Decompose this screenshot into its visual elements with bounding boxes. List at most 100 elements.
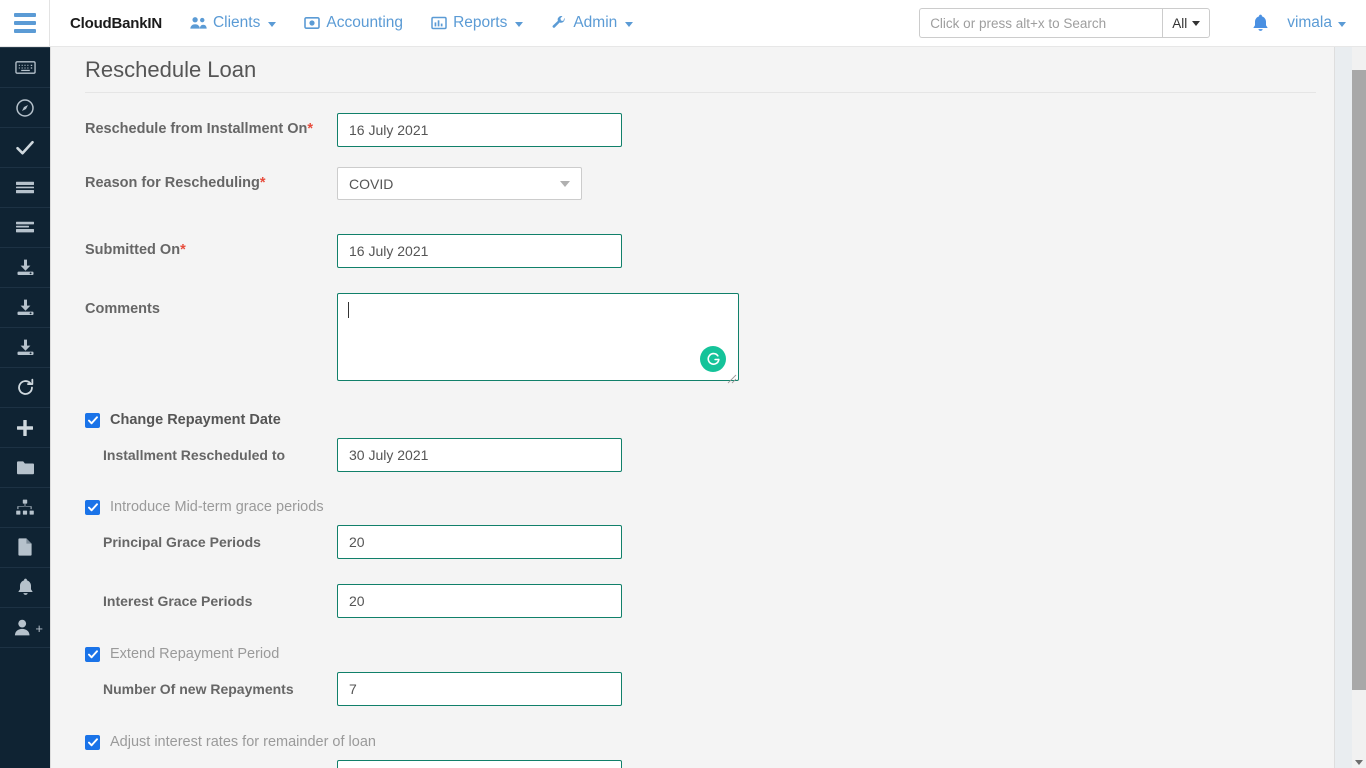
required-asterisk: *	[307, 121, 313, 137]
option-change-repayment-date[interactable]: Change Repayment Date	[85, 412, 1334, 428]
check-icon	[88, 650, 98, 659]
add-user-plus-badge: +	[35, 622, 43, 635]
installment-rescheduled-to-input[interactable]	[337, 438, 622, 472]
nav-item-reports-label: Reports	[453, 14, 507, 32]
interest-grace-periods-input[interactable]	[337, 584, 622, 618]
brand-logo[interactable]: CloudBankIN	[62, 15, 170, 32]
field-row-interest-grace-periods: Interest Grace Periods	[85, 584, 1334, 618]
sidebar-item-refresh[interactable]	[0, 368, 50, 408]
bar-chart-icon	[431, 16, 447, 30]
reschedule-from-label: Reschedule from Installment On*	[85, 113, 337, 137]
scrollbar-down-arrow-icon[interactable]	[1355, 760, 1363, 765]
sidebar-item-keyboard[interactable]	[0, 48, 50, 88]
chevron-down-icon	[560, 181, 570, 187]
folder-icon	[16, 460, 35, 476]
main-nav: Clients Accounting	[176, 0, 647, 46]
principal-grace-periods-input[interactable]	[337, 525, 622, 559]
hamburger-icon[interactable]	[0, 0, 50, 46]
reschedule-from-label-text: Reschedule from Installment On	[85, 121, 307, 137]
sidebar-item-add[interactable]	[0, 408, 50, 448]
comments-label: Comments	[85, 293, 337, 317]
reason-select[interactable]: COVID	[337, 167, 582, 200]
required-asterisk: *	[180, 242, 186, 258]
nav-item-accounting-label: Accounting	[326, 14, 403, 32]
option-change-repayment-date-label: Change Repayment Date	[110, 412, 281, 428]
bell-icon	[1252, 14, 1269, 33]
required-asterisk: *	[260, 175, 266, 191]
new-interest-rate-input[interactable]	[337, 760, 622, 768]
sidebar-item-download-1[interactable]	[0, 248, 50, 288]
option-extend-repayment-period-label: Extend Repayment Period	[110, 646, 279, 662]
left-sidebar: +	[0, 47, 50, 768]
nav-item-reports[interactable]: Reports	[417, 0, 537, 46]
checkbox-adjust-interest-rates[interactable]	[85, 735, 100, 750]
field-row-submitted-on: Submitted On*	[85, 234, 1334, 268]
sidebar-item-list[interactable]	[0, 168, 50, 208]
option-extend-repayment-period[interactable]: Extend Repayment Period	[85, 646, 1334, 662]
nav-item-admin[interactable]: Admin	[537, 0, 647, 46]
list-lines-icon	[15, 181, 35, 195]
search-scope-dropdown[interactable]: All	[1162, 8, 1210, 38]
sidebar-item-download-2[interactable]	[0, 288, 50, 328]
page-scrollbar[interactable]	[1352, 47, 1366, 768]
file-icon	[17, 538, 33, 557]
sidebar-item-compass[interactable]	[0, 88, 50, 128]
reason-label-text: Reason for Rescheduling	[85, 175, 260, 191]
check-icon	[88, 416, 98, 425]
checkbox-extend-repayment-period[interactable]	[85, 647, 100, 662]
sidebar-item-download-3[interactable]	[0, 328, 50, 368]
option-adjust-interest-rates[interactable]: Adjust interest rates for remainder of l…	[85, 734, 1334, 750]
navbar-right: All vimala	[919, 8, 1366, 38]
check-icon	[88, 738, 98, 747]
nav-item-accounting[interactable]: Accounting	[290, 0, 417, 46]
text-cursor	[348, 302, 349, 318]
search-scope-label: All	[1172, 16, 1187, 31]
comments-textarea-wrap	[337, 293, 739, 386]
number-of-new-repayments-label: Number Of new Repayments	[85, 681, 337, 697]
bell-icon	[17, 578, 34, 597]
option-adjust-interest-rates-label: Adjust interest rates for remainder of l…	[110, 734, 376, 750]
number-of-new-repayments-input[interactable]	[337, 672, 622, 706]
nav-item-clients[interactable]: Clients	[176, 0, 290, 46]
checkbox-midterm-grace-periods[interactable]	[85, 500, 100, 515]
reason-label: Reason for Rescheduling*	[85, 167, 337, 191]
chevron-down-icon	[625, 22, 633, 27]
option-midterm-grace-periods[interactable]: Introduce Mid-term grace periods	[85, 499, 1334, 515]
users-icon	[190, 16, 207, 30]
title-divider	[85, 92, 1316, 93]
user-menu[interactable]: vimala	[1287, 14, 1350, 32]
check-icon	[88, 503, 98, 512]
chevron-down-icon	[515, 22, 523, 27]
sidebar-item-notifications[interactable]	[0, 568, 50, 608]
sidebar-item-list-alt[interactable]	[0, 208, 50, 248]
installment-rescheduled-to-label: Installment Rescheduled to	[85, 447, 337, 463]
checkbox-change-repayment-date[interactable]	[85, 413, 100, 428]
sidebar-item-add-user[interactable]: +	[0, 608, 50, 648]
sidebar-item-document[interactable]	[0, 528, 50, 568]
textarea-resize-grip[interactable]	[727, 374, 737, 384]
comments-textarea[interactable]	[337, 293, 739, 381]
global-search-group: All	[919, 8, 1210, 38]
download-icon-2	[16, 299, 35, 316]
page-title: Reschedule Loan	[51, 47, 1334, 92]
notifications-button[interactable]	[1210, 14, 1287, 33]
download-icon-1	[16, 259, 35, 276]
field-row-comments: Comments	[85, 293, 1334, 386]
principal-grace-periods-label: Principal Grace Periods	[85, 534, 337, 550]
sitemap-icon	[15, 499, 35, 516]
search-input[interactable]	[919, 8, 1162, 38]
submitted-on-input[interactable]	[337, 234, 622, 268]
reschedule-from-input[interactable]	[337, 113, 622, 147]
user-menu-label: vimala	[1287, 14, 1332, 32]
sidebar-item-folder[interactable]	[0, 448, 50, 488]
sidebar-item-sitemap[interactable]	[0, 488, 50, 528]
compass-icon	[15, 98, 35, 118]
field-row-reschedule-from: Reschedule from Installment On*	[85, 113, 1334, 147]
scrollbar-thumb[interactable]	[1352, 70, 1366, 690]
money-box-icon	[304, 16, 320, 30]
right-rail	[1334, 47, 1352, 768]
download-icon-3	[16, 339, 35, 356]
sidebar-item-approve[interactable]	[0, 128, 50, 168]
grammarly-icon[interactable]	[700, 346, 726, 372]
top-navbar: CloudBankIN Clients Accounting	[0, 0, 1366, 47]
